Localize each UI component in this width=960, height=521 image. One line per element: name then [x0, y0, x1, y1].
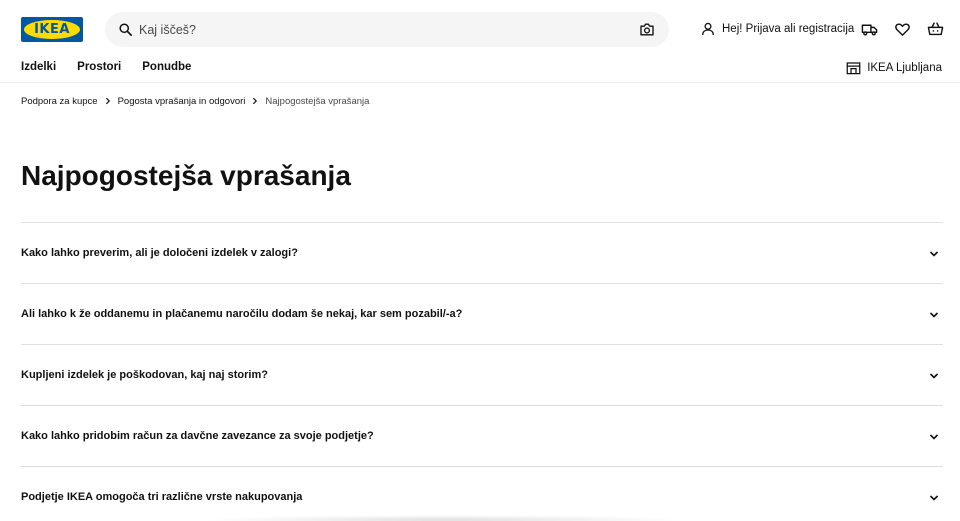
- chevron-down-icon[interactable]: [929, 432, 939, 442]
- user-icon: [702, 22, 714, 36]
- store-label: IKEA Ljubljana: [867, 62, 942, 74]
- faq-question[interactable]: Ali lahko k že oddanemu in plačanemu nar…: [21, 308, 462, 320]
- faq-question[interactable]: Kako lahko pridobim račun za davčne zave…: [21, 430, 374, 442]
- account-label: Hej! Prijava ali registracija: [722, 23, 855, 35]
- logo-text: IKEA: [34, 22, 70, 37]
- heart-icon[interactable]: [894, 21, 911, 38]
- store-icon: [846, 62, 861, 75]
- chevron-down-icon[interactable]: [929, 310, 939, 320]
- chevron-down-icon[interactable]: [929, 493, 939, 503]
- faq-question[interactable]: Kako lahko preverim, ali je določeni izd…: [21, 247, 298, 259]
- faq-question[interactable]: Podjetje IKEA omogoča tri različne vrste…: [21, 491, 302, 503]
- account-link[interactable]: Hej! Prijava ali registracija: [700, 20, 854, 38]
- faq-item[interactable]: Ali lahko k že oddanemu in plačanemu nar…: [21, 284, 943, 344]
- search-icon[interactable]: [118, 22, 133, 37]
- faq-item[interactable]: Podjetje IKEA omogoča tri različne vrste…: [21, 467, 943, 521]
- nav-divider: [0, 82, 960, 83]
- faq-question[interactable]: Kupljeni izdelek je poškodovan, kaj naj …: [21, 369, 268, 381]
- delivery-truck-icon[interactable]: [861, 21, 878, 38]
- faq-item[interactable]: Kako lahko pridobim račun za davčne zave…: [21, 406, 943, 466]
- breadcrumb-item-current: Najpogostejša vprašanja: [265, 95, 370, 107]
- faq-accordion: Kako lahko preverim, ali je določeni izd…: [21, 222, 943, 521]
- store-selector[interactable]: IKEA Ljubljana: [846, 61, 942, 75]
- nav-item-izdelki[interactable]: Izdelki: [21, 61, 56, 77]
- breadcrumb-item-faq[interactable]: Pogosta vprašanja in odgovori: [118, 96, 246, 107]
- search-bar[interactable]: [105, 12, 669, 47]
- chevron-right-icon: [105, 97, 110, 105]
- main-nav: Izdelki Prostori Ponudbe: [21, 61, 212, 77]
- shopping-basket-icon[interactable]: [927, 21, 944, 38]
- ikea-logo[interactable]: IKEA: [21, 17, 83, 42]
- bottom-shadow: [200, 515, 690, 521]
- chevron-down-icon[interactable]: [929, 249, 939, 259]
- faq-item[interactable]: Kako lahko preverim, ali je določeni izd…: [21, 223, 943, 283]
- camera-icon[interactable]: [639, 22, 655, 37]
- nav-item-prostori[interactable]: Prostori: [77, 61, 121, 77]
- nav-item-ponudbe[interactable]: Ponudbe: [142, 61, 191, 77]
- chevron-down-icon[interactable]: [929, 371, 939, 381]
- breadcrumb: Podpora za kupce Pogosta vprašanja in od…: [21, 95, 369, 107]
- chevron-right-icon: [253, 97, 258, 105]
- top-header: IKEA Hej! Prijava ali registracija: [0, 0, 960, 58]
- faq-item[interactable]: Kupljeni izdelek je poškodovan, kaj naj …: [21, 345, 943, 405]
- page-title: Najpogostejša vprašanja: [21, 160, 351, 191]
- search-input[interactable]: [139, 12, 619, 47]
- breadcrumb-item-customer-support[interactable]: Podpora za kupce: [21, 96, 98, 107]
